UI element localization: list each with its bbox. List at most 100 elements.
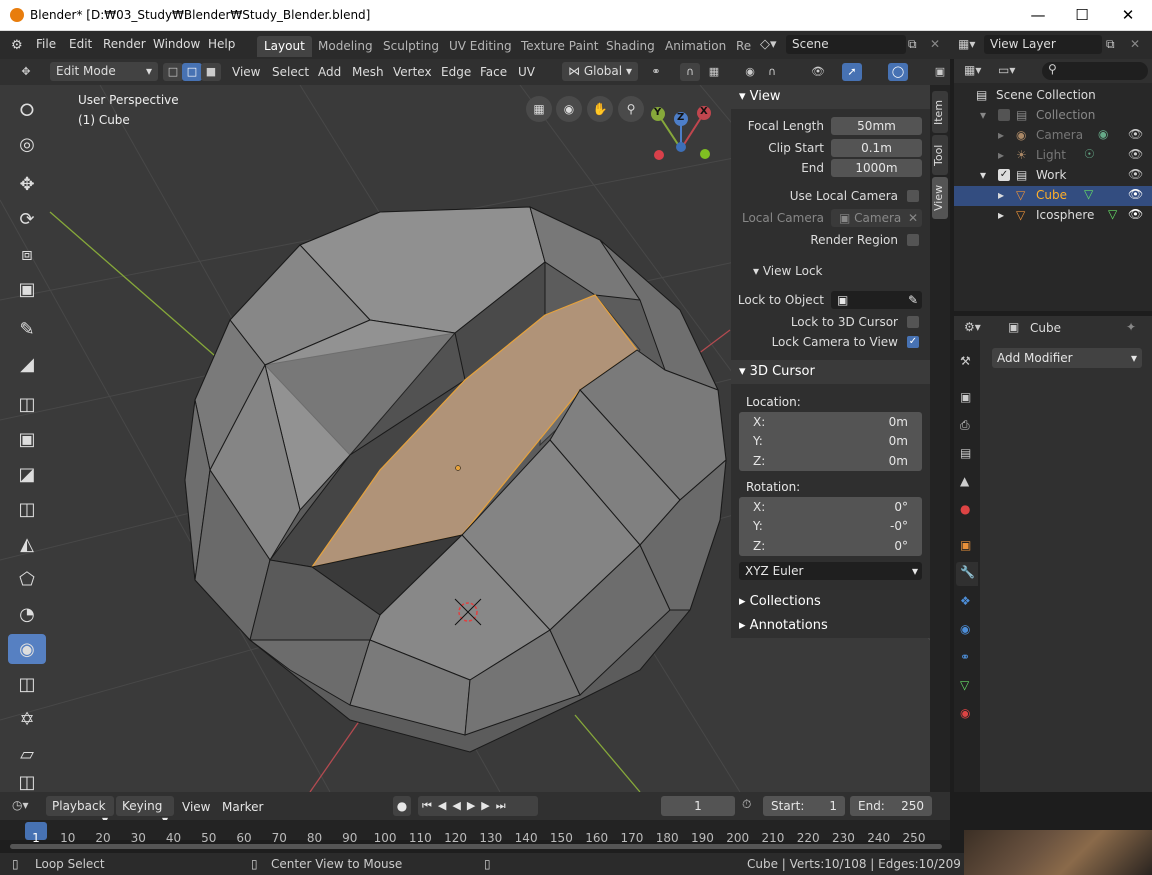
snap-icon[interactable]: ∩: [680, 63, 700, 81]
menu-uv[interactable]: UV: [514, 63, 539, 82]
camera-data-icon[interactable]: ◉: [1098, 127, 1108, 141]
falloff-icon[interactable]: ∩: [762, 63, 782, 81]
menu-window[interactable]: Window: [153, 37, 200, 51]
work-checkbox[interactable]: ✓: [998, 169, 1010, 181]
menu-edge[interactable]: Edge: [437, 63, 475, 82]
blender-menu-icon[interactable]: ⚙: [11, 38, 27, 53]
view-layer-field[interactable]: View Layer: [984, 35, 1102, 54]
object-tab-icon[interactable]: ▣: [960, 538, 971, 552]
constraints-tab-icon[interactable]: ⚭: [960, 650, 970, 664]
zoom-icon[interactable]: ⚲: [618, 96, 644, 122]
eye-icon[interactable]: 👁: [1128, 187, 1143, 201]
loop-cut-icon[interactable]: ◫: [8, 494, 46, 524]
pin-icon[interactable]: ✦: [1126, 320, 1136, 334]
transform-orientation-dropdown[interactable]: ⋈ Global ▾: [562, 62, 638, 81]
3d-cursor-section-header[interactable]: ▾ 3D Cursor: [731, 360, 930, 384]
material-tab-icon[interactable]: ◉: [960, 706, 970, 720]
menu-file[interactable]: File: [36, 37, 56, 51]
edge-select-icon[interactable]: □: [182, 63, 202, 81]
inset-icon[interactable]: ▣: [8, 424, 46, 454]
playback-controls[interactable]: ⏮◀◀▶▶⏭: [418, 796, 538, 816]
display-mode-icon[interactable]: ▭▾: [998, 63, 1015, 77]
timeline-menu-view[interactable]: View: [182, 800, 210, 814]
eye-icon[interactable]: 👁: [1128, 207, 1143, 221]
menu-vertex[interactable]: Vertex: [389, 63, 436, 82]
bevel-icon[interactable]: ◪: [8, 459, 46, 489]
annotate-icon[interactable]: ✎: [8, 314, 46, 344]
world-tab-icon[interactable]: ●: [960, 502, 970, 516]
maximize-button[interactable]: ☐: [1062, 4, 1102, 26]
tab-texture-paint[interactable]: Texture Paint: [514, 36, 605, 57]
editor-type-icon[interactable]: ◷▾: [12, 798, 29, 812]
location-z-value[interactable]: 0m: [889, 454, 908, 468]
mesh-data-icon[interactable]: ▽: [1084, 187, 1093, 201]
proportional-edit-icon[interactable]: ◉: [740, 63, 760, 81]
outliner-row-icosphere[interactable]: ▸ ▽ Icosphere ▽ 👁: [954, 206, 1152, 226]
camera-view-icon[interactable]: ◉: [556, 96, 582, 122]
tab-uv-editing[interactable]: UV Editing: [442, 36, 519, 57]
scene-tab-icon[interactable]: ▲: [960, 474, 969, 488]
playback-dropdown[interactable]: Playback▾: [46, 796, 114, 827]
shear-icon[interactable]: ▱: [8, 739, 46, 769]
record-icon[interactable]: ●: [393, 796, 411, 816]
timeline-menu-marker[interactable]: Marker: [222, 800, 263, 814]
tab-layout[interactable]: Layout: [257, 36, 312, 57]
menu-mesh[interactable]: Mesh: [348, 63, 388, 82]
minimize-button[interactable]: —: [1018, 4, 1058, 26]
particles-tab-icon[interactable]: ❖: [960, 594, 971, 608]
render-region-checkbox[interactable]: [907, 234, 919, 246]
current-frame-field[interactable]: 1: [661, 796, 735, 816]
modifier-tab-icon[interactable]: 🔧: [956, 562, 978, 586]
extrude-icon[interactable]: ◫: [8, 389, 46, 419]
collections-section-header[interactable]: ▸ Collections: [731, 590, 930, 614]
close-button[interactable]: ✕: [1108, 4, 1148, 26]
tab-item[interactable]: Item: [932, 91, 948, 133]
menu-edit[interactable]: Edit: [69, 37, 92, 51]
outliner-row-camera[interactable]: ▸ ◉ Camera ◉ 👁: [954, 126, 1152, 146]
clip-start-field[interactable]: 0.1m: [831, 139, 922, 157]
add-modifier-dropdown[interactable]: Add Modifier ▾: [992, 348, 1142, 368]
pan-hand-icon[interactable]: ✋: [587, 96, 613, 122]
pivot-icon[interactable]: ⚭: [646, 63, 666, 81]
view-section-header[interactable]: ▾ View: [731, 85, 930, 109]
spin-icon[interactable]: ◔: [8, 599, 46, 629]
delete-scene-icon[interactable]: ✕: [930, 37, 940, 51]
menu-select[interactable]: Select: [268, 63, 313, 82]
tab-modeling[interactable]: Modeling: [311, 36, 380, 57]
scene-icon[interactable]: ◇▾: [760, 37, 777, 52]
outliner-row-cube[interactable]: ▸ ▽ Cube ▽ 👁: [954, 186, 1152, 206]
focal-length-field[interactable]: 50mm: [831, 117, 922, 135]
eye-icon[interactable]: 👁: [1128, 127, 1143, 141]
lock-to-3d-cursor-checkbox[interactable]: [907, 316, 919, 328]
keying-dropdown[interactable]: Keying▾: [116, 796, 174, 827]
poly-build-icon[interactable]: ⬠: [8, 564, 46, 594]
view-layer-icon[interactable]: ▦▾: [958, 37, 975, 51]
snap-target-icon[interactable]: ▦: [704, 63, 724, 81]
annotations-section-header[interactable]: ▸ Annotations: [731, 614, 930, 638]
collection-checkbox[interactable]: [998, 109, 1010, 121]
light-data-icon[interactable]: ☉: [1084, 147, 1095, 161]
new-scene-icon[interactable]: ⧉: [908, 37, 917, 52]
render-tab-icon[interactable]: ▣: [960, 390, 971, 404]
vertex-select-icon[interactable]: □: [163, 63, 183, 81]
data-tab-icon[interactable]: ▽: [960, 678, 969, 692]
tab-animation[interactable]: Animation: [658, 36, 733, 57]
outliner-row-collection[interactable]: ▾ ▤ Collection: [954, 106, 1152, 126]
knife-icon[interactable]: ◭: [8, 529, 46, 559]
use-local-camera-checkbox[interactable]: [907, 190, 919, 202]
lock-camera-to-view-checkbox[interactable]: ✓: [907, 336, 919, 348]
tab-shading[interactable]: Shading: [599, 36, 662, 57]
mode-dropdown[interactable]: Edit Mode ▾: [50, 62, 158, 81]
tab-tool[interactable]: Tool: [932, 135, 948, 175]
delete-view-layer-icon[interactable]: ✕: [1130, 37, 1140, 51]
move-icon[interactable]: ✥: [8, 169, 46, 199]
outliner-row-scene-collection[interactable]: ▤ Scene Collection: [954, 86, 1152, 106]
output-tab-icon[interactable]: ⎙: [960, 418, 970, 433]
mesh-data-icon[interactable]: ▽: [1108, 207, 1117, 221]
tool-tab-icon[interactable]: ⚒: [960, 354, 971, 368]
outliner-search-icon[interactable]: ⚲: [1042, 62, 1148, 80]
cursor-icon[interactable]: ◎: [8, 129, 46, 159]
new-view-layer-icon[interactable]: ⧉: [1106, 37, 1115, 52]
rotation-x-value[interactable]: 0°: [894, 500, 908, 514]
eye-icon[interactable]: 👁: [1128, 147, 1143, 161]
